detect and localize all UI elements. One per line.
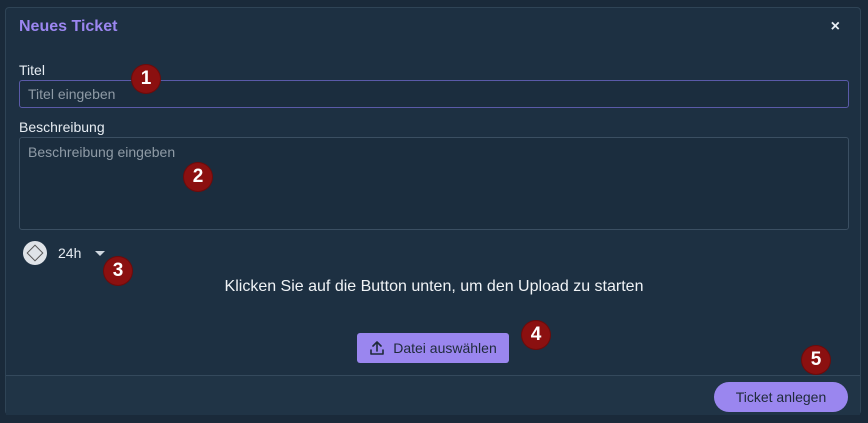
marker-4: 4 [522,321,550,349]
chevron-down-icon [95,250,106,256]
marker-2: 2 [184,163,212,191]
description-label: Beschreibung [19,119,105,135]
dialog-footer: Ticket anlegen [6,375,860,415]
description-input[interactable] [19,137,849,230]
file-select-button[interactable]: Datei auswählen [357,333,509,363]
marker-5: 5 [802,346,830,374]
marker-1: 1 [132,65,160,93]
diamond-icon[interactable] [23,241,47,265]
file-select-label: Datei auswählen [393,340,497,356]
create-ticket-button[interactable]: Ticket anlegen [714,382,848,412]
new-ticket-dialog: Neues Ticket × Titel Beschreibung 24h Kl… [5,7,861,415]
priority-value: 24h [58,245,82,261]
title-label: Titel [19,62,45,78]
upload-icon [370,341,385,355]
dialog-title: Neues Ticket [19,18,118,35]
marker-3: 3 [104,257,132,285]
close-icon[interactable]: × [831,18,840,36]
priority-select[interactable]: 24h [58,245,106,261]
upload-instruction: Klicken Sie auf die Button unten, um den… [224,278,644,295]
